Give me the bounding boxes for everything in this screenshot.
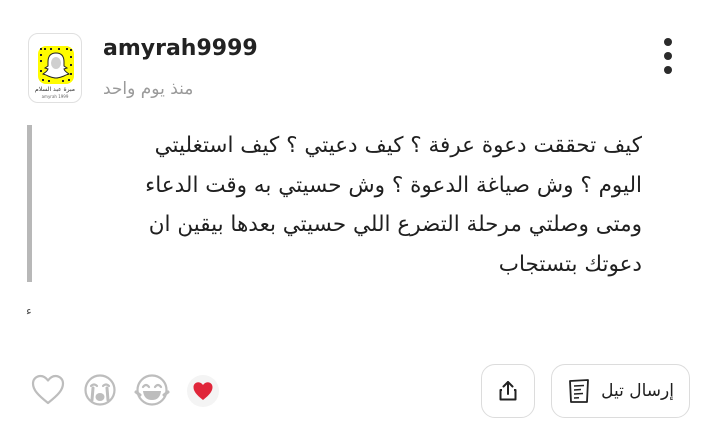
share-icon [499, 381, 517, 401]
like-reaction-button[interactable] [30, 372, 66, 408]
crying-reaction-button[interactable] [82, 372, 118, 408]
send-tell-label: إرسال تيل [601, 381, 674, 401]
laughing-reaction-button[interactable] [134, 372, 170, 408]
username[interactable]: amyrah9999 [103, 36, 258, 61]
snapcode-ghost-icon [38, 46, 74, 84]
avatar-subcaption: amyrah 1999 [41, 94, 69, 99]
red-heart-icon [187, 375, 219, 407]
share-button[interactable] [481, 364, 535, 418]
love-reaction-button[interactable] [186, 374, 220, 408]
more-options-button[interactable] [656, 36, 682, 76]
quote-text: كيف تحققت دعوة عرفة ؟ كيف دعيتي ؟ كيف اس… [52, 126, 642, 284]
avatar[interactable]: مبرة عبد السلام amyrah 1999 [28, 33, 82, 103]
crying-face-icon [84, 374, 116, 406]
post-card: مبرة عبد السلام amyrah 1999 amyrah9999 م… [0, 0, 720, 445]
avatar-caption: مبرة عبد السلام [35, 86, 75, 93]
stray-mark: ء [26, 304, 32, 318]
heart-outline-icon [31, 374, 65, 405]
quote-line: دعوتك بتستجاب [498, 251, 642, 277]
quote-line: اليوم ؟ وش صياغة الدعوة ؟ وش حسيتي به وق… [145, 172, 642, 198]
quote-line: كيف تحققت دعوة عرفة ؟ كيف دعيتي ؟ كيف اس… [154, 133, 642, 158]
quote-line: ومتى وصلتي مرحلة التضرع اللي حسيتي بعدها… [148, 212, 642, 237]
laughing-face-icon [134, 374, 170, 406]
quote-bar [27, 125, 32, 282]
tell-document-icon [569, 379, 589, 403]
more-vertical-icon [664, 38, 672, 46]
post-timestamp: منذ يوم واحد [103, 79, 194, 99]
send-tell-button[interactable]: إرسال تيل [551, 364, 690, 418]
